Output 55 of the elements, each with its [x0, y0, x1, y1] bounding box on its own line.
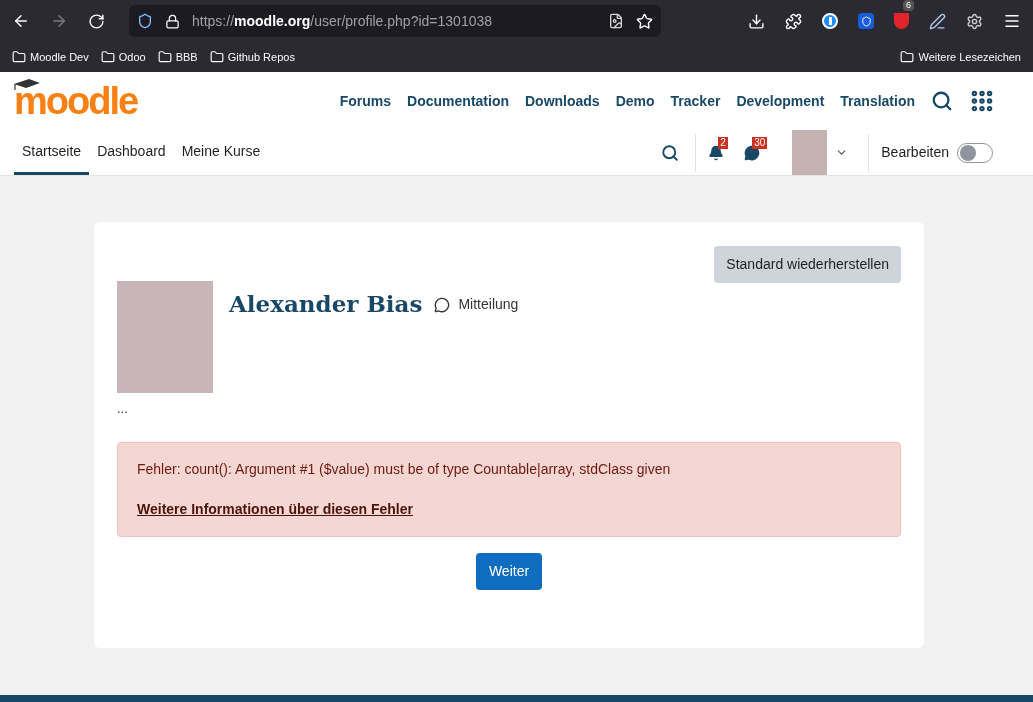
extension-badge: 6	[903, 0, 914, 11]
search-icon[interactable]	[661, 143, 680, 162]
download-icon[interactable]	[748, 12, 765, 30]
shield-icon[interactable]	[137, 13, 153, 29]
bookmark[interactable]: Odoo	[100, 48, 146, 66]
edit-mode-label: Bearbeiten	[881, 143, 949, 162]
message-count: 30	[752, 136, 768, 149]
edit-mode-switch[interactable]	[957, 142, 993, 163]
shield-extension-icon[interactable]	[858, 13, 874, 29]
circle-extension-icon[interactable]	[822, 13, 838, 29]
message-link[interactable]: Mitteilung	[434, 294, 519, 315]
lock-icon	[165, 13, 180, 29]
extensions-icon[interactable]	[785, 12, 802, 30]
folder-icon	[209, 50, 224, 64]
site-nav-link[interactable]: Development	[736, 90, 825, 112]
error-message: Fehler: count(): Argument #1 ($value) must be of type Countable|array, stdClass given	[137, 459, 672, 479]
shield-extension-icon[interactable]	[894, 13, 909, 29]
star-icon[interactable]	[636, 12, 653, 30]
apps-grid-icon[interactable]	[969, 88, 995, 114]
continue-button[interactable]: Weiter	[475, 552, 543, 590]
forward-icon[interactable]	[50, 12, 68, 30]
notifications-icon[interactable]	[708, 144, 725, 161]
messages-icon[interactable]	[744, 144, 761, 161]
nav-tab[interactable]: Meine Kurse	[173, 130, 269, 175]
address-bar[interactable]: https://moodle.org/user/profile.php?id=1301038	[129, 5, 661, 37]
bookmark[interactable]: BBB	[157, 48, 198, 66]
back-icon[interactable]	[12, 12, 30, 30]
site-nav-link[interactable]: Translation	[840, 90, 915, 112]
bookmark[interactable]: Github Repos	[209, 48, 295, 66]
folder-icon	[900, 50, 915, 64]
site-nav-link[interactable]: Documentation	[407, 90, 509, 112]
site-nav-link[interactable]: Forums	[339, 90, 392, 112]
other-bookmarks[interactable]: Weitere Lesezeichen	[900, 48, 1021, 66]
nav-tab[interactable]: Startseite	[14, 130, 90, 175]
bookmark[interactable]: Moodle Dev	[12, 48, 89, 66]
notification-count: 2	[718, 136, 728, 149]
nav-tab[interactable]: Dashboard	[89, 130, 174, 175]
site-nav-link[interactable]: Downloads	[525, 90, 600, 112]
site-nav-link[interactable]: Tracker	[670, 90, 721, 112]
more-info-link[interactable]: Weitere Informationen über diesen Fehler	[137, 498, 881, 520]
search-icon[interactable]	[931, 90, 953, 112]
site-nav-link[interactable]: Demo	[615, 90, 655, 112]
folder-icon	[100, 50, 115, 64]
url-text: https://moodle.org/user/profile.php?id=1301038	[192, 11, 493, 31]
profile-name: Alexander Bias	[229, 289, 423, 319]
reload-icon[interactable]	[88, 12, 105, 30]
reset-button[interactable]: Standard wiederherstellen	[714, 246, 901, 283]
pencil-extension-icon[interactable]	[929, 12, 946, 30]
speech-bubble-icon	[434, 296, 451, 313]
folder-icon	[12, 50, 26, 64]
page-icon[interactable]	[608, 13, 624, 29]
ellipsis-text: ...	[117, 400, 129, 418]
menu-icon[interactable]	[1003, 12, 1021, 30]
settings-icon[interactable]	[966, 12, 983, 30]
folder-icon	[157, 50, 172, 64]
